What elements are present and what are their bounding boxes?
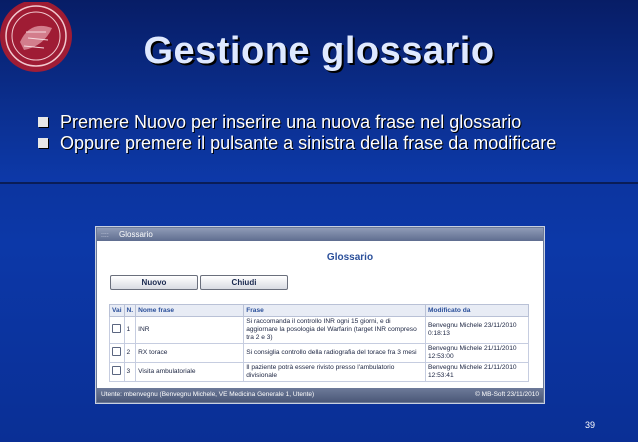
column-header-number: N. bbox=[123, 304, 137, 317]
row-modified-by: Benvegnu Michele 21/11/2010 12:53:00 bbox=[424, 343, 530, 363]
window-grip-icon: :::: bbox=[101, 232, 109, 239]
column-header-phrase: Frase bbox=[243, 304, 426, 317]
bullet-item: Premere Nuovo per inserire una nuova fra… bbox=[38, 112, 608, 133]
bullet-item: Oppure premere il pulsante a sinistra de… bbox=[38, 133, 608, 154]
row-phrase: Il paziente potrà essere rivisto presso … bbox=[243, 362, 426, 382]
table-row: 3 Visita ambulatoriale Il paziente potrà… bbox=[109, 362, 530, 382]
edit-row-button[interactable] bbox=[112, 366, 121, 375]
column-header-modified: Modificato da bbox=[424, 304, 530, 317]
bullet-text: Premere Nuovo per inserire una nuova fra… bbox=[60, 112, 522, 132]
glossary-window: :::: Glossario Glossario Nuovo Chiudi Va… bbox=[96, 227, 544, 403]
header-divider bbox=[0, 182, 638, 184]
row-number: 2 bbox=[123, 343, 137, 363]
header-band bbox=[0, 0, 638, 182]
row-phrase: Si consiglia controllo della radiografia… bbox=[243, 343, 426, 363]
table-row: 2 RX torace Si consiglia controllo della… bbox=[109, 343, 530, 363]
row-edit-cell bbox=[109, 343, 125, 363]
edit-row-button[interactable] bbox=[112, 347, 121, 356]
close-button[interactable]: Chiudi bbox=[200, 275, 288, 290]
bullet-text: Oppure premere il pulsante a sinistra de… bbox=[60, 133, 557, 153]
slide-title: Gestione glossario bbox=[143, 30, 495, 72]
row-modified-by: Benvegnu Michele 23/11/2010 0:18:13 bbox=[424, 316, 530, 344]
row-name: RX torace bbox=[135, 343, 245, 363]
square-bullet-icon bbox=[38, 138, 48, 148]
row-name: Visita ambulatoriale bbox=[135, 362, 245, 382]
page-number: 39 bbox=[585, 420, 596, 430]
window-titlebar: :::: Glossario bbox=[97, 228, 543, 241]
table-row: 1 INR Si raccomanda il controllo INR ogn… bbox=[109, 316, 530, 344]
edit-row-button[interactable] bbox=[112, 324, 121, 333]
status-bar: Utente: mbenvegnu (Benvegnu Michele, VE … bbox=[97, 388, 543, 402]
column-header-name: Nome frase bbox=[135, 304, 245, 317]
row-name: INR bbox=[135, 316, 245, 344]
row-modified-by: Benvegnu Michele 21/11/2010 12:53:41 bbox=[424, 362, 530, 382]
square-bullet-icon bbox=[38, 117, 48, 127]
status-copyright: © MB-Soft 23/11/2010 bbox=[475, 391, 539, 398]
row-phrase: Si raccomanda il controllo INR ogni 15 g… bbox=[243, 316, 426, 344]
row-edit-cell bbox=[109, 316, 125, 344]
window-heading: Glossario bbox=[326, 252, 374, 263]
bullet-list: Premere Nuovo per inserire una nuova fra… bbox=[38, 112, 608, 154]
column-header-vai: Vai bbox=[109, 304, 125, 317]
status-user: Utente: mbenvegnu (Benvegnu Michele, VE … bbox=[101, 391, 315, 398]
row-number: 3 bbox=[123, 362, 137, 382]
window-title: Glossario bbox=[119, 230, 153, 239]
table-header-row: Vai N. Nome frase Frase Modificato da bbox=[109, 304, 530, 317]
row-number: 1 bbox=[123, 316, 137, 344]
glossary-table: Vai N. Nome frase Frase Modificato da 1 … bbox=[109, 304, 530, 382]
row-edit-cell bbox=[109, 362, 125, 382]
new-button[interactable]: Nuovo bbox=[110, 275, 198, 290]
